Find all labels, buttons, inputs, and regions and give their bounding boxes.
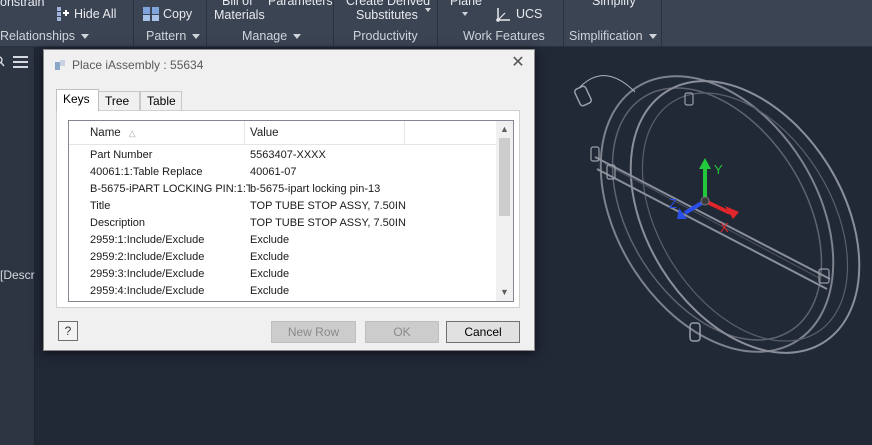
panel-work-features[interactable]: Work Features (463, 29, 545, 43)
panel-separator (133, 0, 134, 47)
table-row[interactable]: 2959:1:Include/Exclude Exclude (69, 232, 497, 249)
panel-separator (661, 0, 662, 47)
create-derived-label[interactable]: Create Derived (346, 0, 430, 8)
row-name: B-5675-iPART LOCKING PIN:1:Ta (90, 183, 250, 195)
cancel-button[interactable]: Cancel (446, 321, 520, 343)
ok-button[interactable]: OK (365, 321, 439, 343)
row-name: 2959:4:Include/Exclude (90, 285, 205, 297)
model-browser-strip: [Descri (0, 47, 37, 445)
simplify-button[interactable]: Simplify (592, 0, 636, 8)
table-row[interactable]: 40061:1:Table Replace 40061-07 (69, 164, 497, 181)
column-name-label: Name (90, 127, 121, 139)
row-value: 40061-07 (250, 166, 297, 178)
iassembly-icon (54, 59, 66, 71)
panel-productivity[interactable]: Productivity (353, 29, 418, 43)
row-name: 2959:3:Include/Exclude (90, 268, 205, 280)
plane-dropdown-icon[interactable] (462, 12, 468, 16)
row-value: Exclude (250, 285, 290, 297)
ribbon: onstrain Hide All Copy Bill of Materials… (0, 0, 872, 47)
axis-y-label: Y (714, 162, 723, 177)
new-row-button[interactable]: New Row (271, 321, 356, 343)
column-value-label: Value (250, 127, 279, 139)
row-value: 5563407-XXXX (250, 149, 326, 161)
table-row[interactable]: 2959:3:Include/Exclude Exclude (69, 266, 497, 283)
copy-icon (142, 6, 160, 27)
row-name: Description (90, 217, 146, 229)
row-value: Exclude (250, 234, 290, 246)
panel-pattern-label: Pattern (146, 29, 187, 43)
panel-pattern[interactable]: Pattern (146, 29, 201, 43)
parameters-button[interactable]: Parameters (268, 0, 333, 8)
table-row[interactable]: 2959:2:Include/Exclude Exclude (69, 249, 497, 266)
panel-relationships-label: Relationships (0, 29, 76, 43)
scroll-up-icon[interactable]: ▲ (496, 121, 513, 138)
panel-manage-label: Manage (242, 29, 288, 43)
chevron-down-icon (192, 34, 201, 40)
panel-separator (206, 0, 207, 47)
chevron-down-icon (648, 34, 657, 40)
panel-separator (437, 0, 438, 47)
tab-table[interactable]: Table (140, 91, 182, 110)
row-name: 40061:1:Table Replace (90, 166, 203, 178)
row-value: TOP TUBE STOP ASSY, 7.50IN (250, 217, 406, 229)
row-value: Exclude (250, 251, 290, 263)
axis-z-label: Z (669, 196, 677, 211)
ucs-icon (494, 6, 512, 29)
column-header-name[interactable]: Name △ (69, 121, 245, 145)
row-name: 2959:2:Include/Exclude (90, 251, 205, 263)
hide-all-button[interactable]: Hide All (74, 7, 116, 21)
row-value: TOP TUBE STOP ASSY, 7.50IN (250, 200, 406, 212)
sort-arrow-icon: △ (128, 128, 136, 138)
panel-productivity-label: Productivity (353, 29, 418, 43)
scroll-down-icon[interactable]: ▼ (496, 284, 513, 301)
help-button[interactable]: ? (58, 321, 78, 341)
list-header: Name △ Value (69, 121, 497, 145)
close-icon[interactable]: ✕ (510, 55, 526, 71)
chevron-down-icon (293, 34, 302, 40)
panel-simplification-label: Simplification (569, 29, 643, 43)
panel-relationships[interactable]: Relationships (0, 29, 90, 43)
substitutes-label[interactable]: Substitutes (356, 8, 418, 22)
axis-x-label: X (720, 220, 729, 235)
tab-tree[interactable]: Tree (98, 91, 140, 110)
axis-triad: Y X Z (669, 158, 739, 235)
column-header-value[interactable]: Value (245, 121, 405, 145)
panel-work-features-label: Work Features (463, 29, 545, 43)
table-row[interactable]: 2959:4:Include/Exclude Exclude (69, 283, 497, 300)
ucs-button[interactable]: UCS (516, 7, 542, 21)
panel-separator (333, 0, 334, 47)
dialog-title: Place iAssembly : 55634 (72, 58, 204, 72)
row-name: 2959:1:Include/Exclude (90, 234, 205, 246)
row-name: Title (90, 200, 111, 212)
menu-icon[interactable] (13, 55, 28, 73)
tab-keys[interactable]: Keys (56, 89, 99, 111)
keys-panel: Name △ Value Part Number 5563407-XXXX 4006… (56, 110, 520, 308)
table-row[interactable]: Description TOP TUBE STOP ASSY, 7.50IN (69, 215, 497, 232)
copy-button[interactable]: Copy (163, 7, 192, 21)
table-row[interactable]: Title TOP TUBE STOP ASSY, 7.50IN (69, 198, 497, 215)
row-name: Part Number (90, 149, 153, 161)
panel-manage[interactable]: Manage (242, 29, 302, 43)
scroll-thumb[interactable] (499, 138, 510, 216)
row-value: Exclude (250, 268, 290, 280)
keys-list[interactable]: Name △ Value Part Number 5563407-XXXX 4006… (68, 120, 514, 302)
panel-simplification[interactable]: Simplification (569, 29, 657, 43)
row-value: b-5675-ipart locking pin-13 (250, 183, 381, 195)
chevron-down-icon (81, 34, 90, 40)
browser-node-text[interactable]: [Descri (0, 268, 37, 282)
bom-label-line2[interactable]: Materials (214, 8, 265, 22)
chevron-down-icon[interactable] (425, 8, 431, 12)
vertical-scrollbar[interactable]: ▲ ▼ (496, 121, 513, 301)
table-row[interactable]: B-5675-iPART LOCKING PIN:1:Ta b-5675-ipar… (69, 181, 497, 198)
constrain-button[interactable]: onstrain (0, 0, 44, 9)
hide-all-icon (54, 6, 70, 27)
panel-separator (563, 0, 564, 47)
plane-button[interactable]: Plane (450, 0, 482, 8)
search-icon[interactable] (0, 55, 6, 73)
place-iassembly-dialog: Place iAssembly : 55634 ✕ Keys Tree Tabl… (43, 49, 535, 351)
bom-label-line1[interactable]: Bill of (222, 0, 253, 8)
table-row[interactable]: Part Number 5563407-XXXX (69, 147, 497, 164)
